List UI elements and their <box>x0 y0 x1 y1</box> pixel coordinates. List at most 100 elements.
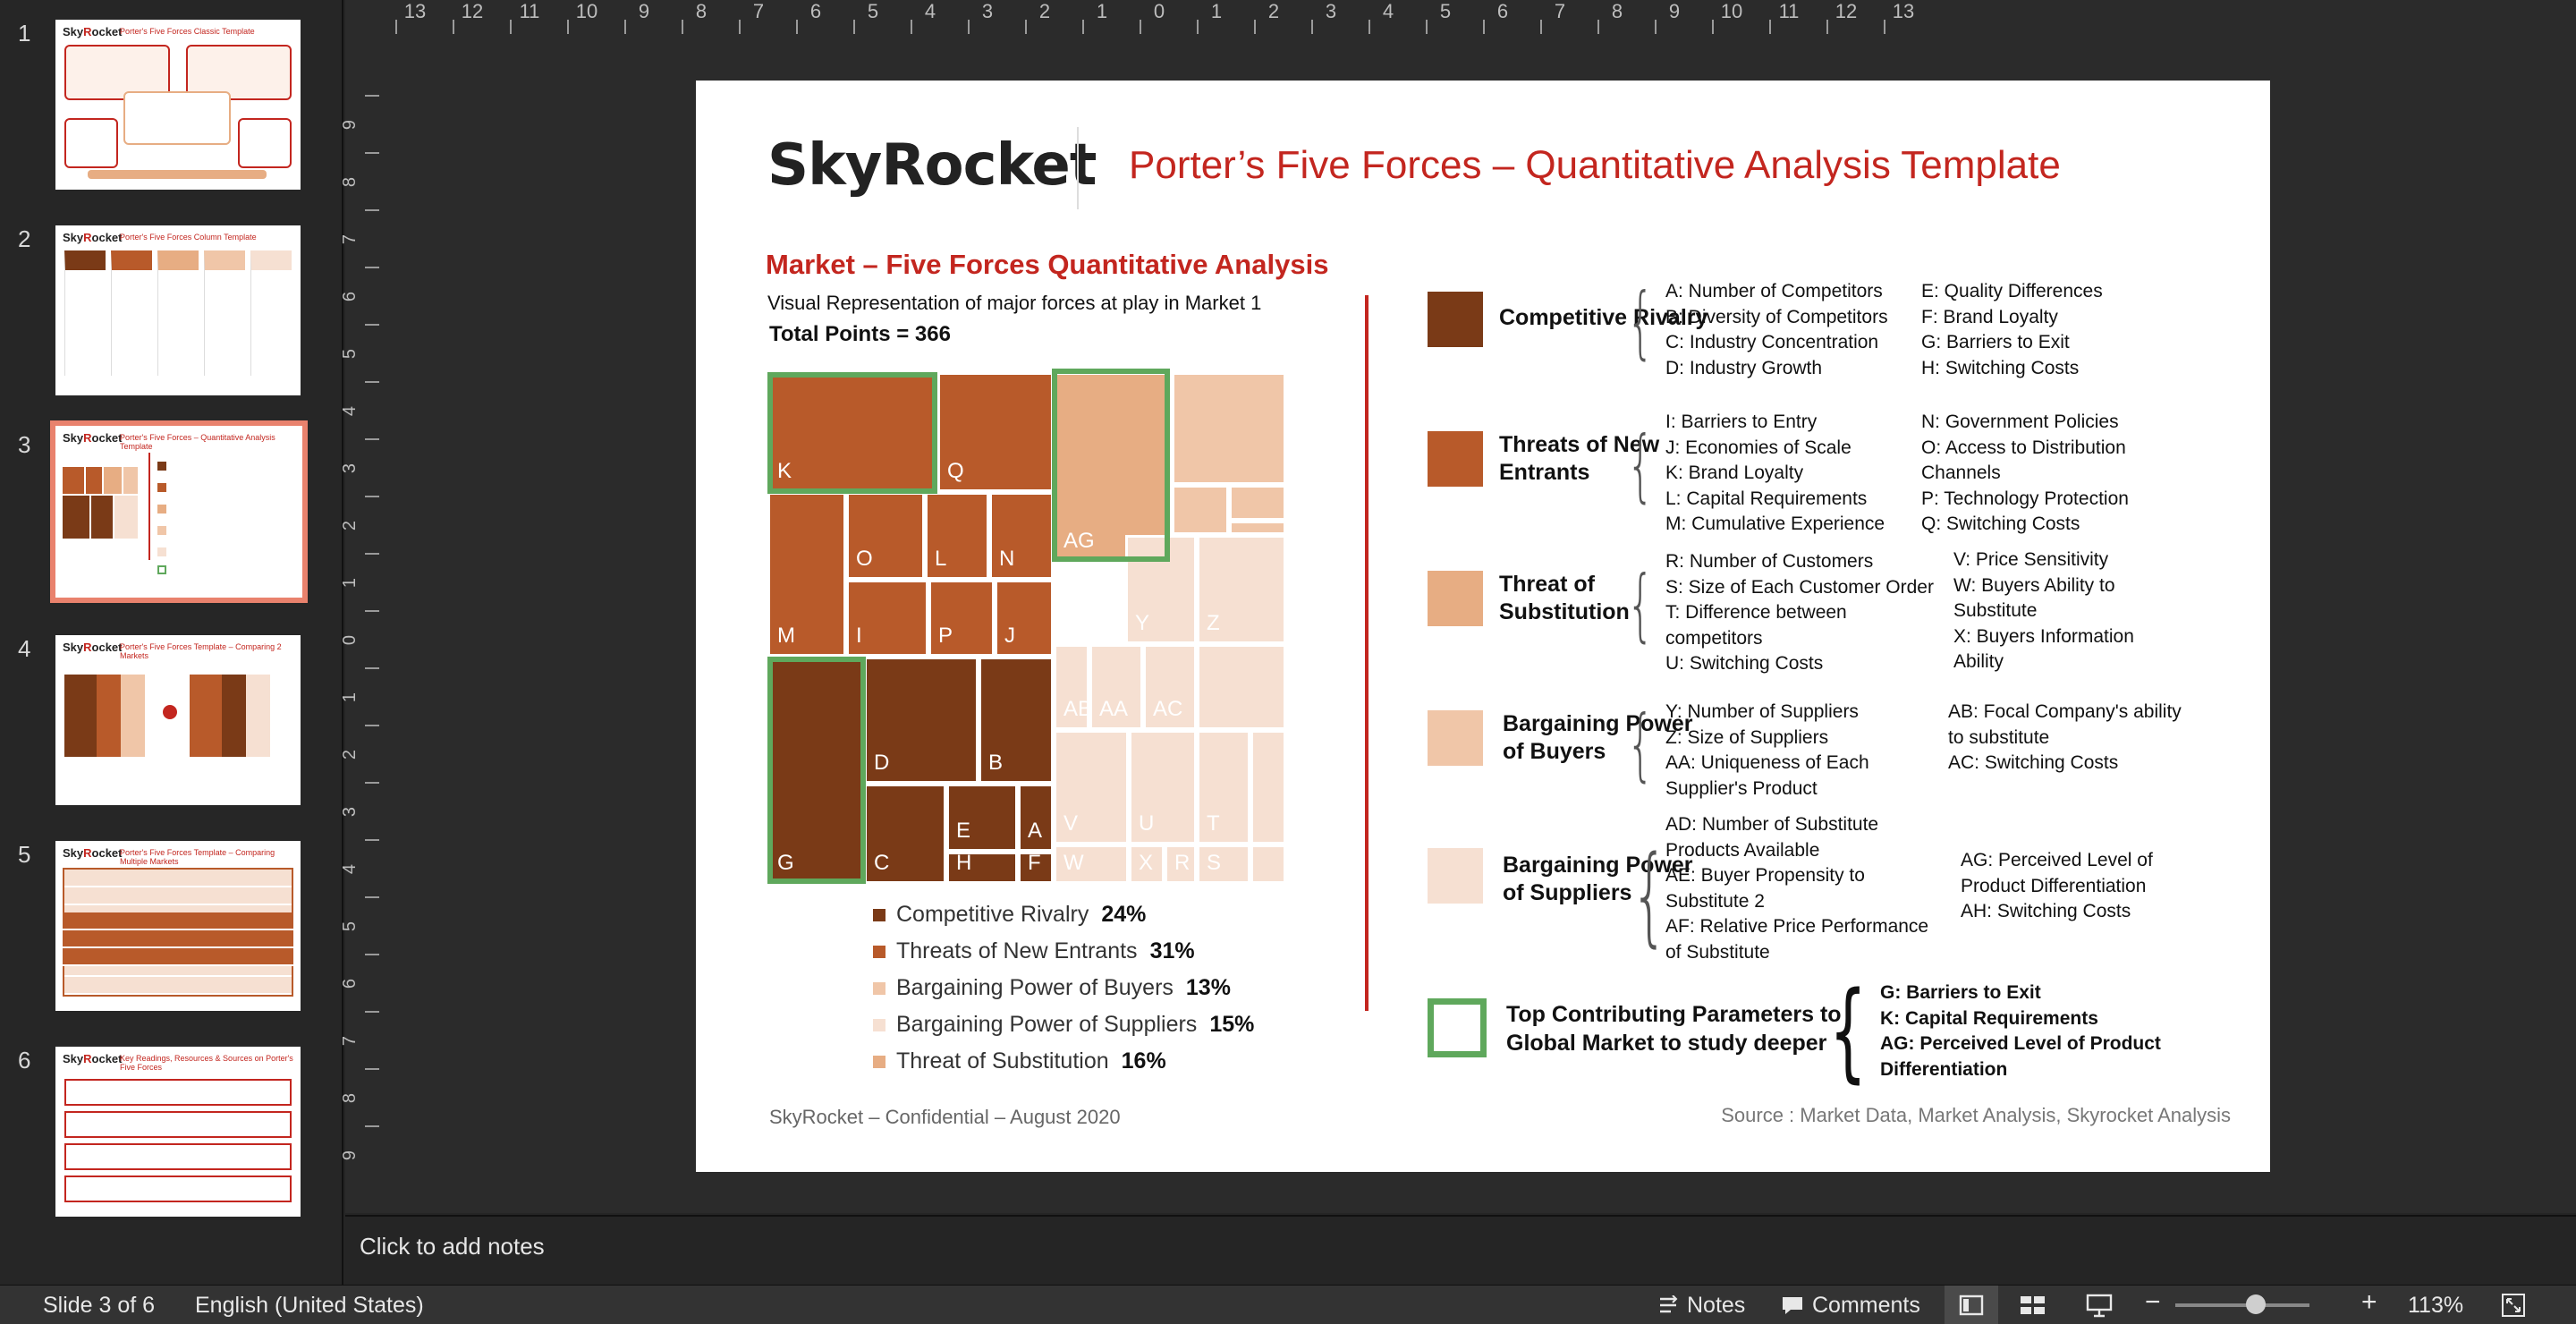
param: S: Size of Each Customer Order <box>1665 576 1934 598</box>
fit-to-window-button[interactable] <box>2501 1293 2526 1324</box>
tile-label: S <box>1207 851 1222 875</box>
legend-text: Bargaining Power of Buyers <box>896 975 1174 1000</box>
slide-3[interactable]: SkyRocket Porter’s Five Forces – Quantit… <box>696 81 2270 1172</box>
zoom-slider-handle[interactable] <box>2246 1294 2266 1314</box>
ruler-tick <box>911 20 912 34</box>
section-title[interactable]: Market – Five Forces Quantitative Analys… <box>766 249 1328 281</box>
thumbnail-swatch <box>157 565 166 574</box>
force-power-of-suppliers[interactable]: Bargaining Power of Suppliers { AD: Numbe… <box>1428 814 2322 982</box>
ruler-tick <box>1140 20 1141 34</box>
ruler-label: 9 <box>340 1150 360 1161</box>
slide-thumbnail-3[interactable]: 3 SkyRocket Porter's Five Forces – Quant… <box>0 420 343 605</box>
zoom-slider[interactable] <box>2175 1303 2309 1307</box>
force-params-col1: R: Number of Customers S: Size of Each C… <box>1665 549 1934 677</box>
treemap-tile-z[interactable]: Z <box>1197 535 1286 644</box>
slide-thumbnail-4[interactable]: 4 SkyRocket Porter's Five Forces Templat… <box>0 635 343 814</box>
tile-label: X <box>1139 851 1154 875</box>
zoom-level[interactable]: 113% <box>2408 1293 2463 1319</box>
treemap-tile-aa[interactable]: AA <box>1089 644 1143 730</box>
treemap-tile-filler <box>1172 372 1286 485</box>
force-power-of-buyers[interactable]: Bargaining Power of Buyers { Y: Number of… <box>1428 701 2322 818</box>
ruler-label: 0 <box>1153 0 1165 22</box>
thumbnail-title: Porter's Five Forces Classic Template <box>120 27 255 36</box>
treemap-chart-right[interactable]: Y Z AB AA AC V U T W X R S <box>767 369 1286 884</box>
thumbnail-preview: SkyRocket Porter's Five Forces Template … <box>55 841 301 1011</box>
zoom-in-icon[interactable]: + <box>2361 1287 2377 1318</box>
force-name: Threat of Substitution <box>1499 571 1630 626</box>
total-points[interactable]: Total Points = 366 <box>769 322 951 347</box>
slide-thumbnail-5[interactable]: 5 SkyRocket Porter's Five Forces Templat… <box>0 841 343 1020</box>
param: Z: Size of Suppliers <box>1665 726 1829 748</box>
logo-text-main: SkyR <box>767 132 926 199</box>
legend-percent: 13% <box>1185 975 1231 1000</box>
force-substitution[interactable]: Threat of Substitution { R: Number of Cus… <box>1428 549 2322 687</box>
ruler-label: 4 <box>340 405 360 417</box>
slide-sorter-button[interactable] <box>2020 1294 2046 1322</box>
top-contributing-label[interactable]: Top Contributing Parameters to Global Ma… <box>1506 1000 1842 1057</box>
treemap-tile-r[interactable]: R <box>1165 844 1197 884</box>
treemap-tile-u[interactable]: U <box>1129 730 1197 844</box>
treemap-tile-ab[interactable]: AB <box>1054 644 1093 730</box>
slide-thumbnail-6[interactable]: 6 SkyRocket Key Readings, Resources & So… <box>0 1047 343 1226</box>
ruler-label: 4 <box>924 0 936 22</box>
thumbnail-swatch <box>157 526 166 535</box>
ruler-label: 11 <box>519 0 540 22</box>
thumbnail-swatch <box>157 547 166 556</box>
notes-button[interactable]: Notes <box>1657 1289 1745 1321</box>
vertical-ruler[interactable]: 9 8 7 6 5 4 3 2 1 0 1 2 3 4 5 6 7 8 9 <box>340 77 381 1195</box>
notes-pane[interactable]: Click to add notes <box>345 1215 2576 1285</box>
ruler-tick <box>365 152 379 154</box>
ruler-label: 2 <box>1038 0 1051 22</box>
force-swatch <box>1428 848 1483 904</box>
tile-label: AB <box>1063 697 1093 721</box>
thumbnail-swatch <box>157 505 166 513</box>
grid-icon <box>2021 1296 2045 1314</box>
slide-number: 2 <box>18 225 31 252</box>
treemap-tile-w[interactable]: W <box>1054 844 1129 884</box>
legend-label: Bargaining Power of Buyers 13% <box>896 975 1231 1001</box>
section-subtitle[interactable]: Visual Representation of major forces at… <box>767 292 1261 315</box>
tile-label: R <box>1174 851 1191 875</box>
notes-icon <box>1660 1295 1678 1313</box>
slide-title[interactable]: Porter’s Five Forces – Quantitative Anal… <box>1129 143 2061 188</box>
slide-thumbnail-panel[interactable]: 1 SkyRocket Porter's Five Forces Classic… <box>0 0 343 1285</box>
param: B: Diversity of Competitors <box>1665 306 1888 327</box>
ruler-label: 2 <box>340 520 360 531</box>
legend-text: Bargaining Power of Suppliers <box>896 1012 1198 1037</box>
footer-confidential[interactable]: SkyRocket – Confidential – August 2020 <box>769 1106 1121 1129</box>
top-contributing-list[interactable]: G: Barriers to Exit K: Capital Requireme… <box>1880 980 2161 1082</box>
normal-view-button[interactable] <box>1945 1286 1998 1324</box>
thumbnail-divider <box>148 453 150 560</box>
param: Product Differentiation <box>1961 875 2147 896</box>
treemap-tile-x[interactable]: X <box>1129 844 1165 884</box>
notes-label: Notes <box>1687 1292 1746 1318</box>
treemap-tile-s[interactable]: S <box>1197 844 1250 884</box>
thumbnail-preview: SkyRocket Porter's Five Forces Template … <box>55 635 301 805</box>
ruler-tick <box>365 610 379 612</box>
footer-source[interactable]: Source : Market Data, Market Analysis, S… <box>1721 1104 2231 1127</box>
top-item: AG: Perceived Level of Product <box>1880 1033 2161 1054</box>
force-new-entrants[interactable]: Threats of New Entrants { I: Barriers to … <box>1428 412 2322 547</box>
slideshow-button[interactable] <box>2086 1293 2113 1324</box>
legend-swatch <box>873 1019 886 1031</box>
slide-thumbnail-2[interactable]: 2 SkyRocket Porter's Five Forces Column … <box>0 225 343 404</box>
slide-indicator: Slide 3 of 6 <box>43 1293 156 1318</box>
zoom-out-icon[interactable]: − <box>2145 1287 2161 1318</box>
notes-placeholder[interactable]: Click to add notes <box>360 1233 545 1260</box>
legend-percent: 15% <box>1209 1012 1255 1037</box>
param: X: Buyers Information <box>1953 625 2134 647</box>
force-name-line: Threat of <box>1499 572 1595 597</box>
treemap-tile-y[interactable]: Y <box>1125 535 1197 644</box>
slide-number: 1 <box>18 20 31 47</box>
slide-thumbnail-1[interactable]: 1 SkyRocket Porter's Five Forces Classic… <box>0 20 343 199</box>
force-competitive-rivalry[interactable]: Competitive Rivalry { A: Number of Compe… <box>1428 281 2322 381</box>
treemap-tile-t[interactable]: T <box>1197 730 1250 844</box>
treemap-tile-ac[interactable]: AC <box>1143 644 1197 730</box>
language-indicator[interactable]: English (United States) <box>195 1293 424 1319</box>
thumbnail-row <box>64 1111 292 1138</box>
ruler-label: 1 <box>1210 0 1223 22</box>
thumbnail-logo: SkyRocket <box>63 431 123 445</box>
treemap-tile-v[interactable]: V <box>1054 730 1129 844</box>
horizontal-ruler[interactable]: 13 12 11 10 9 8 7 6 5 4 3 2 1 0 1 2 3 4 5 6 7 8 9 10 11 12 13 <box>349 0 2272 36</box>
comments-button[interactable]: Comments <box>1780 1289 1920 1321</box>
